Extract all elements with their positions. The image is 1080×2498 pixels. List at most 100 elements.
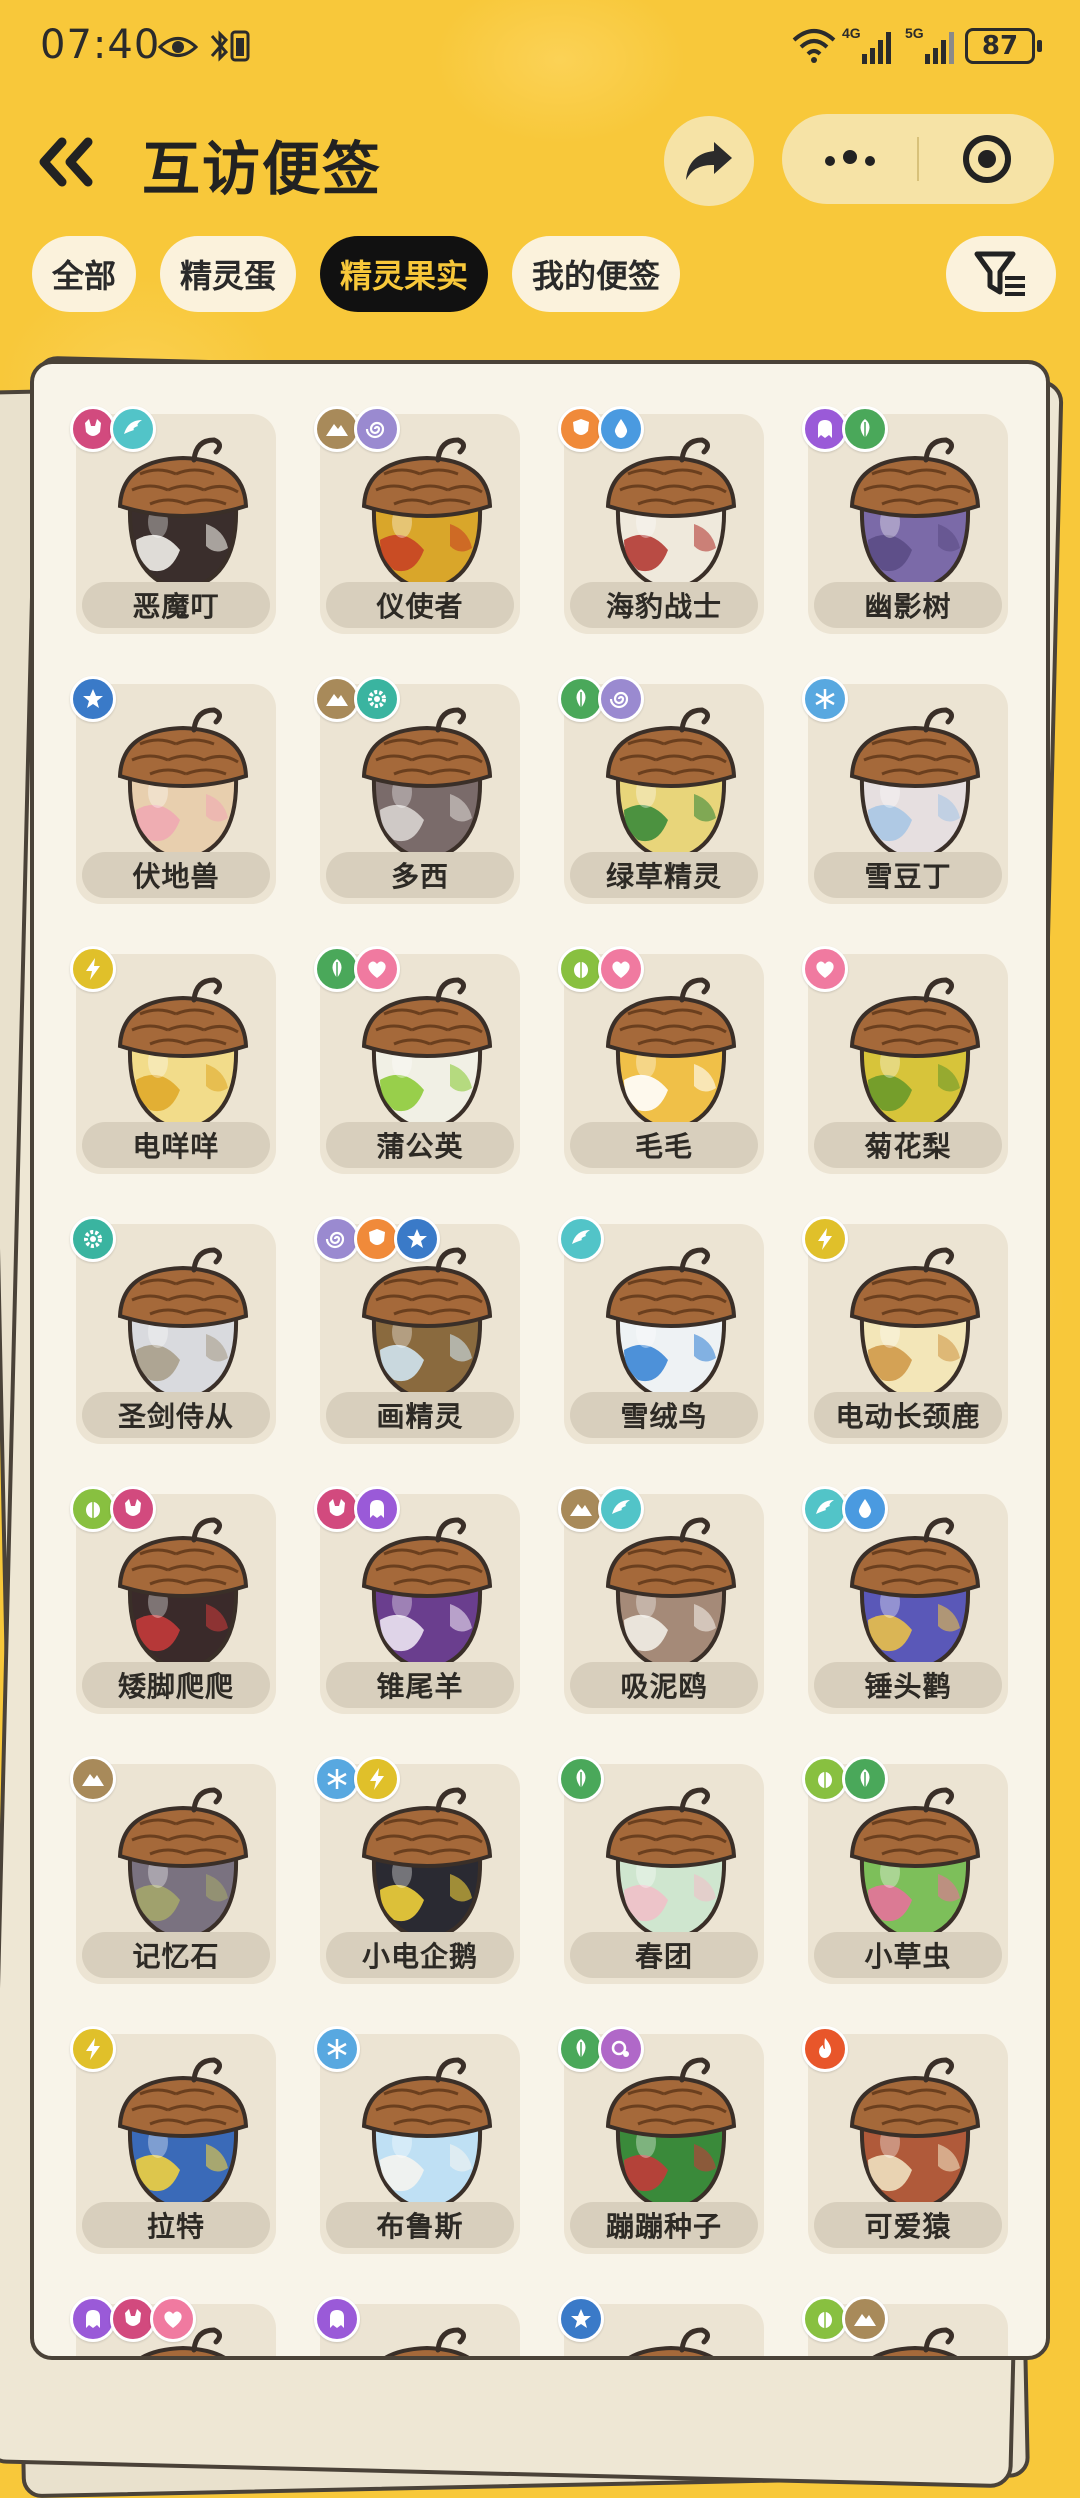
heart-element-icon [354,946,400,992]
gear-element-icon [354,676,400,722]
fruit-card[interactable]: 多西 [314,676,520,904]
fruit-card[interactable]: 仪使者 [314,406,520,634]
element-badges [70,1216,116,1262]
fruit-card[interactable]: 布鲁斯 [314,2026,520,2254]
fruit-card[interactable]: 画精灵 [314,1216,520,1444]
fruit-card[interactable]: 小草虫 [802,1756,1008,1984]
acorn-fruit-icon [605,1247,737,1410]
fruit-card[interactable]: 矮脚爬爬 [70,1486,276,1714]
acorn-fruit-icon [849,1247,981,1410]
fruit-name: 圣剑侍从 [82,1392,270,1438]
tab-spirit-fruit[interactable]: 精灵果实 [320,236,489,312]
tab-all[interactable]: 全部 [32,236,137,312]
fruit-name: 电动长颈鹿 [814,1392,1002,1438]
fruit-name: 雪豆丁 [814,852,1002,898]
fruit-name: 多西 [326,852,514,898]
fruit-card[interactable]: 春团 [558,1756,764,1984]
element-badges [314,946,400,992]
fruit-name: 海豹战士 [570,582,758,628]
element-badges [314,406,400,452]
fruit-card[interactable] [802,2296,1008,2356]
share-button[interactable] [664,116,754,206]
fruit-card[interactable]: 圣剑侍从 [70,1216,276,1444]
element-badges [314,1216,440,1262]
fruit-card[interactable]: 绿草精灵 [558,676,764,904]
fruit-name: 锥尾羊 [326,1662,514,1708]
fruit-card[interactable] [314,2296,520,2356]
element-badges [314,2296,360,2342]
bolt-element-icon [354,1756,400,1802]
fruit-card[interactable]: 恶魔叮 [70,406,276,634]
more-button[interactable] [782,114,917,204]
bolt-element-icon [70,2026,116,2072]
fruit-card[interactable] [70,2296,276,2356]
eye-icon [158,37,198,57]
bolt-element-icon [802,1216,848,1262]
wifi-icon [792,29,836,63]
fruit-card[interactable]: 蒲公英 [314,946,520,1174]
acorn-fruit-icon [628,2327,714,2356]
element-badges [802,946,848,992]
wing-element-icon [558,1216,604,1262]
acorn-fruit-icon [117,437,249,600]
fruit-card[interactable]: 电动长颈鹿 [802,1216,1008,1444]
element-badges [802,2296,888,2342]
signal-4g-icon: 4G [842,25,891,64]
filter-button[interactable] [946,236,1056,312]
more-dots-icon [824,150,875,166]
element-badges [314,2026,360,2072]
acorn-fruit-icon [361,2057,493,2220]
element-badges [802,2026,848,2072]
fruit-card[interactable]: 雪豆丁 [802,676,1008,904]
fruit-card[interactable]: 毛毛 [558,946,764,1174]
demon-element-icon [110,1486,156,1532]
fruit-name: 小草虫 [814,1932,1002,1978]
fruit-card[interactable]: 记忆石 [70,1756,276,1984]
ghost-element-icon [354,1486,400,1532]
element-badges [802,676,848,722]
miniprogram-capsule [782,114,1054,204]
fruit-card[interactable]: 可爱猿 [802,2026,1008,2254]
filter-funnel-icon [974,251,1025,296]
fruit-name: 雪绒鸟 [570,1392,758,1438]
fruit-card[interactable]: 小电企鹅 [314,1756,520,1984]
acorn-fruit-icon [361,1247,493,1410]
tab-spirit-egg[interactable]: 精灵蛋 [160,236,297,312]
acorn-fruit-icon [117,1787,249,1950]
fruit-card[interactable]: 拉特 [70,2026,276,2254]
acorn-fruit-icon [605,707,737,870]
fruit-card[interactable]: 伏地兽 [70,676,276,904]
fruit-card[interactable]: 菊花梨 [802,946,1008,1174]
double-chevron-left-icon [39,137,93,187]
snow-element-icon [802,676,848,722]
acorn-fruit-icon [361,1517,493,1680]
fruit-card[interactable]: 锤头鹳 [802,1486,1008,1714]
fruit-name: 记忆石 [82,1932,270,1978]
fruit-card[interactable]: 雪绒鸟 [558,1216,764,1444]
status-time: 07:40 [40,22,161,68]
close-miniprogram-button[interactable] [919,114,1054,204]
acorn-fruit-icon [605,1517,737,1680]
fruit-card[interactable]: 锥尾羊 [314,1486,520,1714]
fruit-card[interactable]: 幽影树 [802,406,1008,634]
bubble-element-icon [598,2026,644,2072]
page-title: 互访便签 [142,135,383,203]
fruit-card[interactable]: 吸泥鸥 [558,1486,764,1714]
ghost-element-icon [314,2296,360,2342]
leaf-element-icon [842,1756,888,1802]
tab-my-notes[interactable]: 我的便签 [512,236,681,312]
mountain-element-icon [842,2296,888,2342]
acorn-fruit-icon [361,977,493,1140]
fruit-card[interactable]: 海豹战士 [558,406,764,634]
fruit-name: 矮脚爬爬 [82,1662,270,1708]
element-badges [558,1756,604,1802]
fruit-card[interactable] [558,2296,764,2356]
element-badges [558,2026,644,2072]
fruit-card[interactable]: 蹦蹦种子 [558,2026,764,2254]
mountain-element-icon [70,1756,116,1802]
fruit-card[interactable]: 电咩咩 [70,946,276,1174]
star-element-icon [394,1216,440,1262]
fruit-name: 恶魔叮 [82,582,270,628]
element-badges [70,2026,116,2072]
back-button[interactable] [30,126,102,198]
